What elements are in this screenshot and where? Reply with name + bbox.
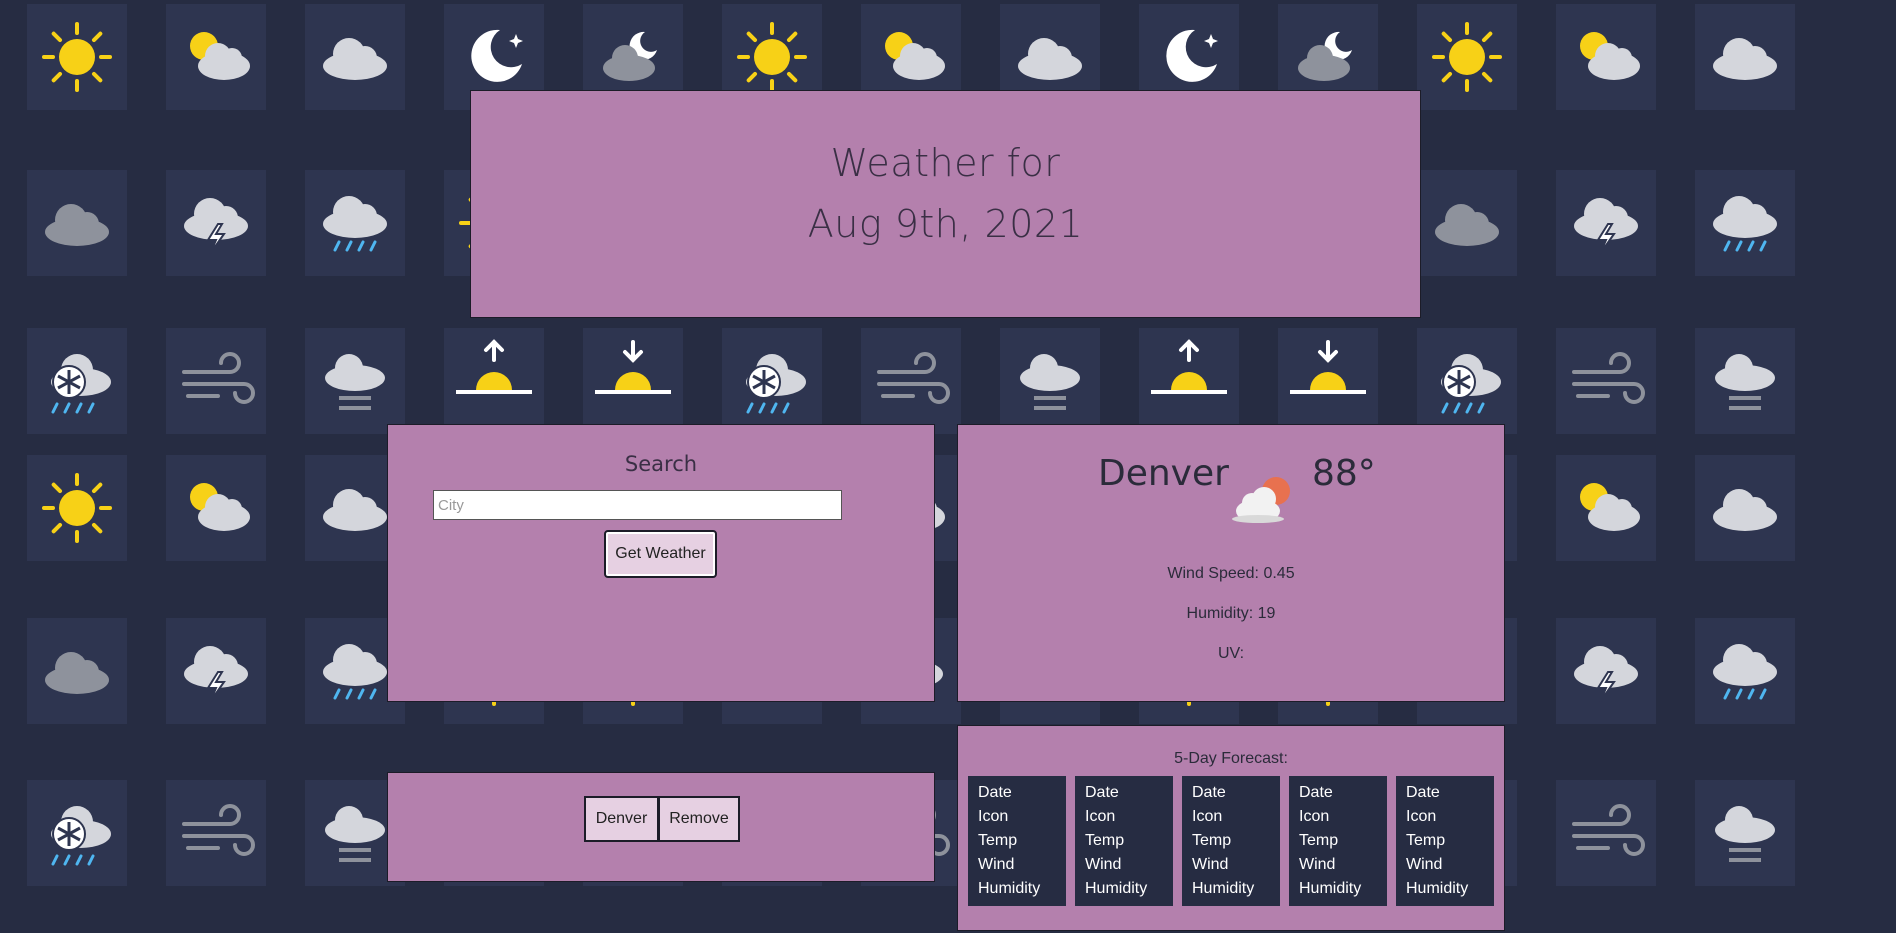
search-title: Search xyxy=(624,452,698,476)
sunset-icon xyxy=(1278,328,1378,434)
city-input[interactable] xyxy=(433,490,842,520)
thunderstorm-icon xyxy=(1556,618,1656,724)
cloud-icon xyxy=(1695,4,1795,110)
sunset-icon xyxy=(583,328,683,434)
sun-icon xyxy=(27,455,127,561)
wind-icon xyxy=(1556,328,1656,434)
partly-sunny-icon xyxy=(166,455,266,561)
partly-sunny-icon xyxy=(166,4,266,110)
history-city-button[interactable]: Denver xyxy=(584,796,659,842)
forecast-date: Date xyxy=(1085,784,1119,801)
fog-icon xyxy=(1695,780,1795,886)
sun-icon xyxy=(27,4,127,110)
dark-cloud-icon xyxy=(27,618,127,724)
forecast-title: 5-Day Forecast: xyxy=(1174,750,1288,767)
sunrise-icon xyxy=(444,328,544,434)
wind-icon xyxy=(1556,780,1656,886)
get-weather-button[interactable]: Get Weather xyxy=(604,530,717,578)
forecast-humidity: Humidity xyxy=(978,880,1041,897)
forecast-temp: Temp xyxy=(1192,832,1232,849)
history-panel: Denver Remove xyxy=(387,772,935,882)
rain-icon xyxy=(1695,170,1795,276)
rain-icon xyxy=(305,170,405,276)
forecast-temp: Temp xyxy=(978,832,1018,849)
snow-icon xyxy=(27,780,127,886)
sun-icon xyxy=(1417,4,1517,110)
forecast-temp: Temp xyxy=(1299,832,1339,849)
rain-icon xyxy=(1695,618,1795,724)
forecast-humidity: Humidity xyxy=(1406,880,1469,897)
forecast-icon-label: Icon xyxy=(1406,808,1437,825)
forecast-humidity: Humidity xyxy=(1192,880,1255,897)
dark-cloud-icon xyxy=(1417,170,1517,276)
fog-icon xyxy=(1000,328,1100,434)
humidity: Humidity: 19 xyxy=(1186,605,1276,622)
forecast-icon-label: Icon xyxy=(1299,808,1330,825)
header-date: Aug 9th, 2021 xyxy=(807,202,1084,246)
forecast-temp: Temp xyxy=(1406,832,1446,849)
forecast-date: Date xyxy=(1192,784,1226,801)
forecast-wind: Wind xyxy=(978,856,1015,873)
snow-icon xyxy=(1417,328,1517,434)
forecast-wind: Wind xyxy=(1192,856,1229,873)
uv-index: UV: xyxy=(1217,645,1245,662)
forecast-day-card: Date Icon Temp Wind Humidity xyxy=(1289,776,1387,906)
wind-icon xyxy=(166,780,266,886)
fog-icon xyxy=(1695,328,1795,434)
dark-cloud-icon xyxy=(27,170,127,276)
thunderstorm-icon xyxy=(166,170,266,276)
forecast-day-card: Date Icon Temp Wind Humidity xyxy=(1396,776,1494,906)
forecast-icon-label: Icon xyxy=(1192,808,1223,825)
forecast-panel: 5-Day Forecast: Date Icon Temp Wind Humi… xyxy=(957,725,1505,931)
current-temp: 88° xyxy=(1312,453,1376,494)
forecast-day-card: Date Icon Temp Wind Humidity xyxy=(1075,776,1173,906)
forecast-wind: Wind xyxy=(1299,856,1336,873)
snow-icon xyxy=(722,328,822,434)
partly-sunny-icon xyxy=(1556,455,1656,561)
forecast-temp: Temp xyxy=(1085,832,1125,849)
forecast-wind: Wind xyxy=(1406,856,1443,873)
forecast-humidity: Humidity xyxy=(1085,880,1148,897)
remove-button[interactable]: Remove xyxy=(658,796,740,842)
wind-speed: Wind Speed: 0.45 xyxy=(1167,565,1295,582)
header-panel: Weather for Aug 9th, 2021 xyxy=(470,90,1421,318)
header-title: Weather for xyxy=(830,141,1061,185)
forecast-date: Date xyxy=(1406,784,1440,801)
forecast-date: Date xyxy=(978,784,1012,801)
cloud-icon xyxy=(1695,455,1795,561)
forecast-day-card: Date Icon Temp Wind Humidity xyxy=(968,776,1066,906)
search-panel: Search Get Weather xyxy=(387,424,935,702)
forecast-date: Date xyxy=(1299,784,1333,801)
wind-icon xyxy=(166,328,266,434)
sunrise-icon xyxy=(1139,328,1239,434)
snow-icon xyxy=(27,328,127,434)
partly-sunny-icon xyxy=(1556,4,1656,110)
current-city: Denver xyxy=(1098,453,1229,494)
forecast-icon-label: Icon xyxy=(978,808,1009,825)
forecast-humidity: Humidity xyxy=(1299,880,1362,897)
thunderstorm-icon xyxy=(166,618,266,724)
forecast-day-card: Date Icon Temp Wind Humidity xyxy=(1182,776,1280,906)
fog-icon xyxy=(305,328,405,434)
forecast-wind: Wind xyxy=(1085,856,1122,873)
thunderstorm-icon xyxy=(1556,170,1656,276)
cloud-icon xyxy=(305,4,405,110)
current-weather-panel: Denver 88° Wind Speed: 0.45 Humidity: 19… xyxy=(957,424,1505,702)
forecast-icon-label: Icon xyxy=(1085,808,1116,825)
partly-cloudy-icon xyxy=(1228,467,1308,527)
wind-icon xyxy=(861,328,961,434)
